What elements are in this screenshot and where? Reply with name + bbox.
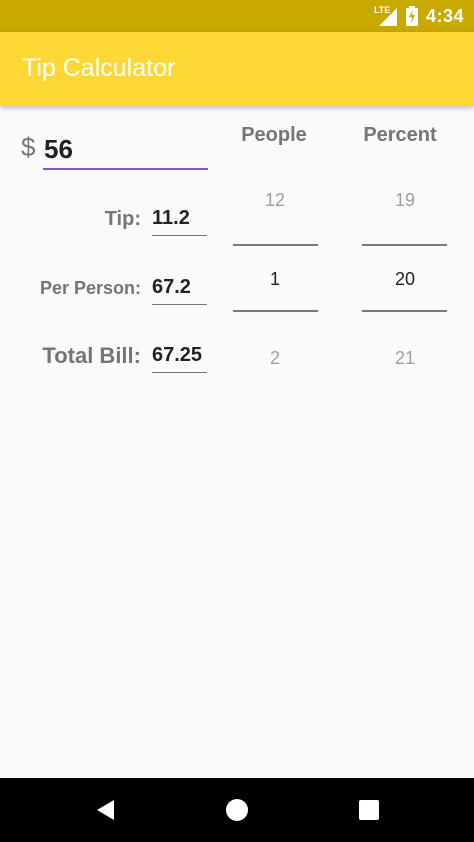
battery-charging-icon xyxy=(405,6,418,26)
percent-option-above[interactable]: 19 xyxy=(345,190,465,211)
per-person-value: 67.2 xyxy=(152,276,207,305)
percent-header: Percent xyxy=(363,124,437,146)
people-option-below[interactable]: 2 xyxy=(215,348,335,369)
percent-option-below[interactable]: 21 xyxy=(345,348,465,369)
people-selected-value[interactable]: 1 xyxy=(215,269,335,290)
percent-selected-value[interactable]: 20 xyxy=(345,269,465,290)
total-bill-value: 67.25 xyxy=(152,344,207,373)
lte-signal-icon: LTE xyxy=(374,5,398,27)
bill-amount-input[interactable] xyxy=(43,130,208,170)
status-bar: LTE 4:34 xyxy=(0,0,474,32)
tip-label: Tip: xyxy=(104,208,141,230)
people-picker-divider-bottom xyxy=(233,310,318,312)
percent-picker-divider-top xyxy=(362,244,447,246)
navigation-bar xyxy=(0,778,474,842)
tip-value: 11.2 xyxy=(152,207,207,236)
network-type: LTE xyxy=(373,5,391,15)
per-person-label: Per Person: xyxy=(39,278,141,298)
people-option-above[interactable]: 12 xyxy=(215,190,335,211)
home-icon[interactable] xyxy=(223,796,251,824)
app-bar: Tip Calculator xyxy=(0,32,474,106)
back-icon[interactable] xyxy=(91,796,119,824)
currency-symbol: $ xyxy=(21,132,36,162)
people-header: People xyxy=(241,124,307,146)
clock: 4:34 xyxy=(425,5,464,26)
percent-picker-divider-bottom xyxy=(362,310,447,312)
app-title: Tip Calculator xyxy=(22,54,176,82)
people-picker-divider-top xyxy=(233,244,318,246)
recents-icon[interactable] xyxy=(355,796,383,824)
total-bill-label: Total Bill: xyxy=(42,343,141,368)
